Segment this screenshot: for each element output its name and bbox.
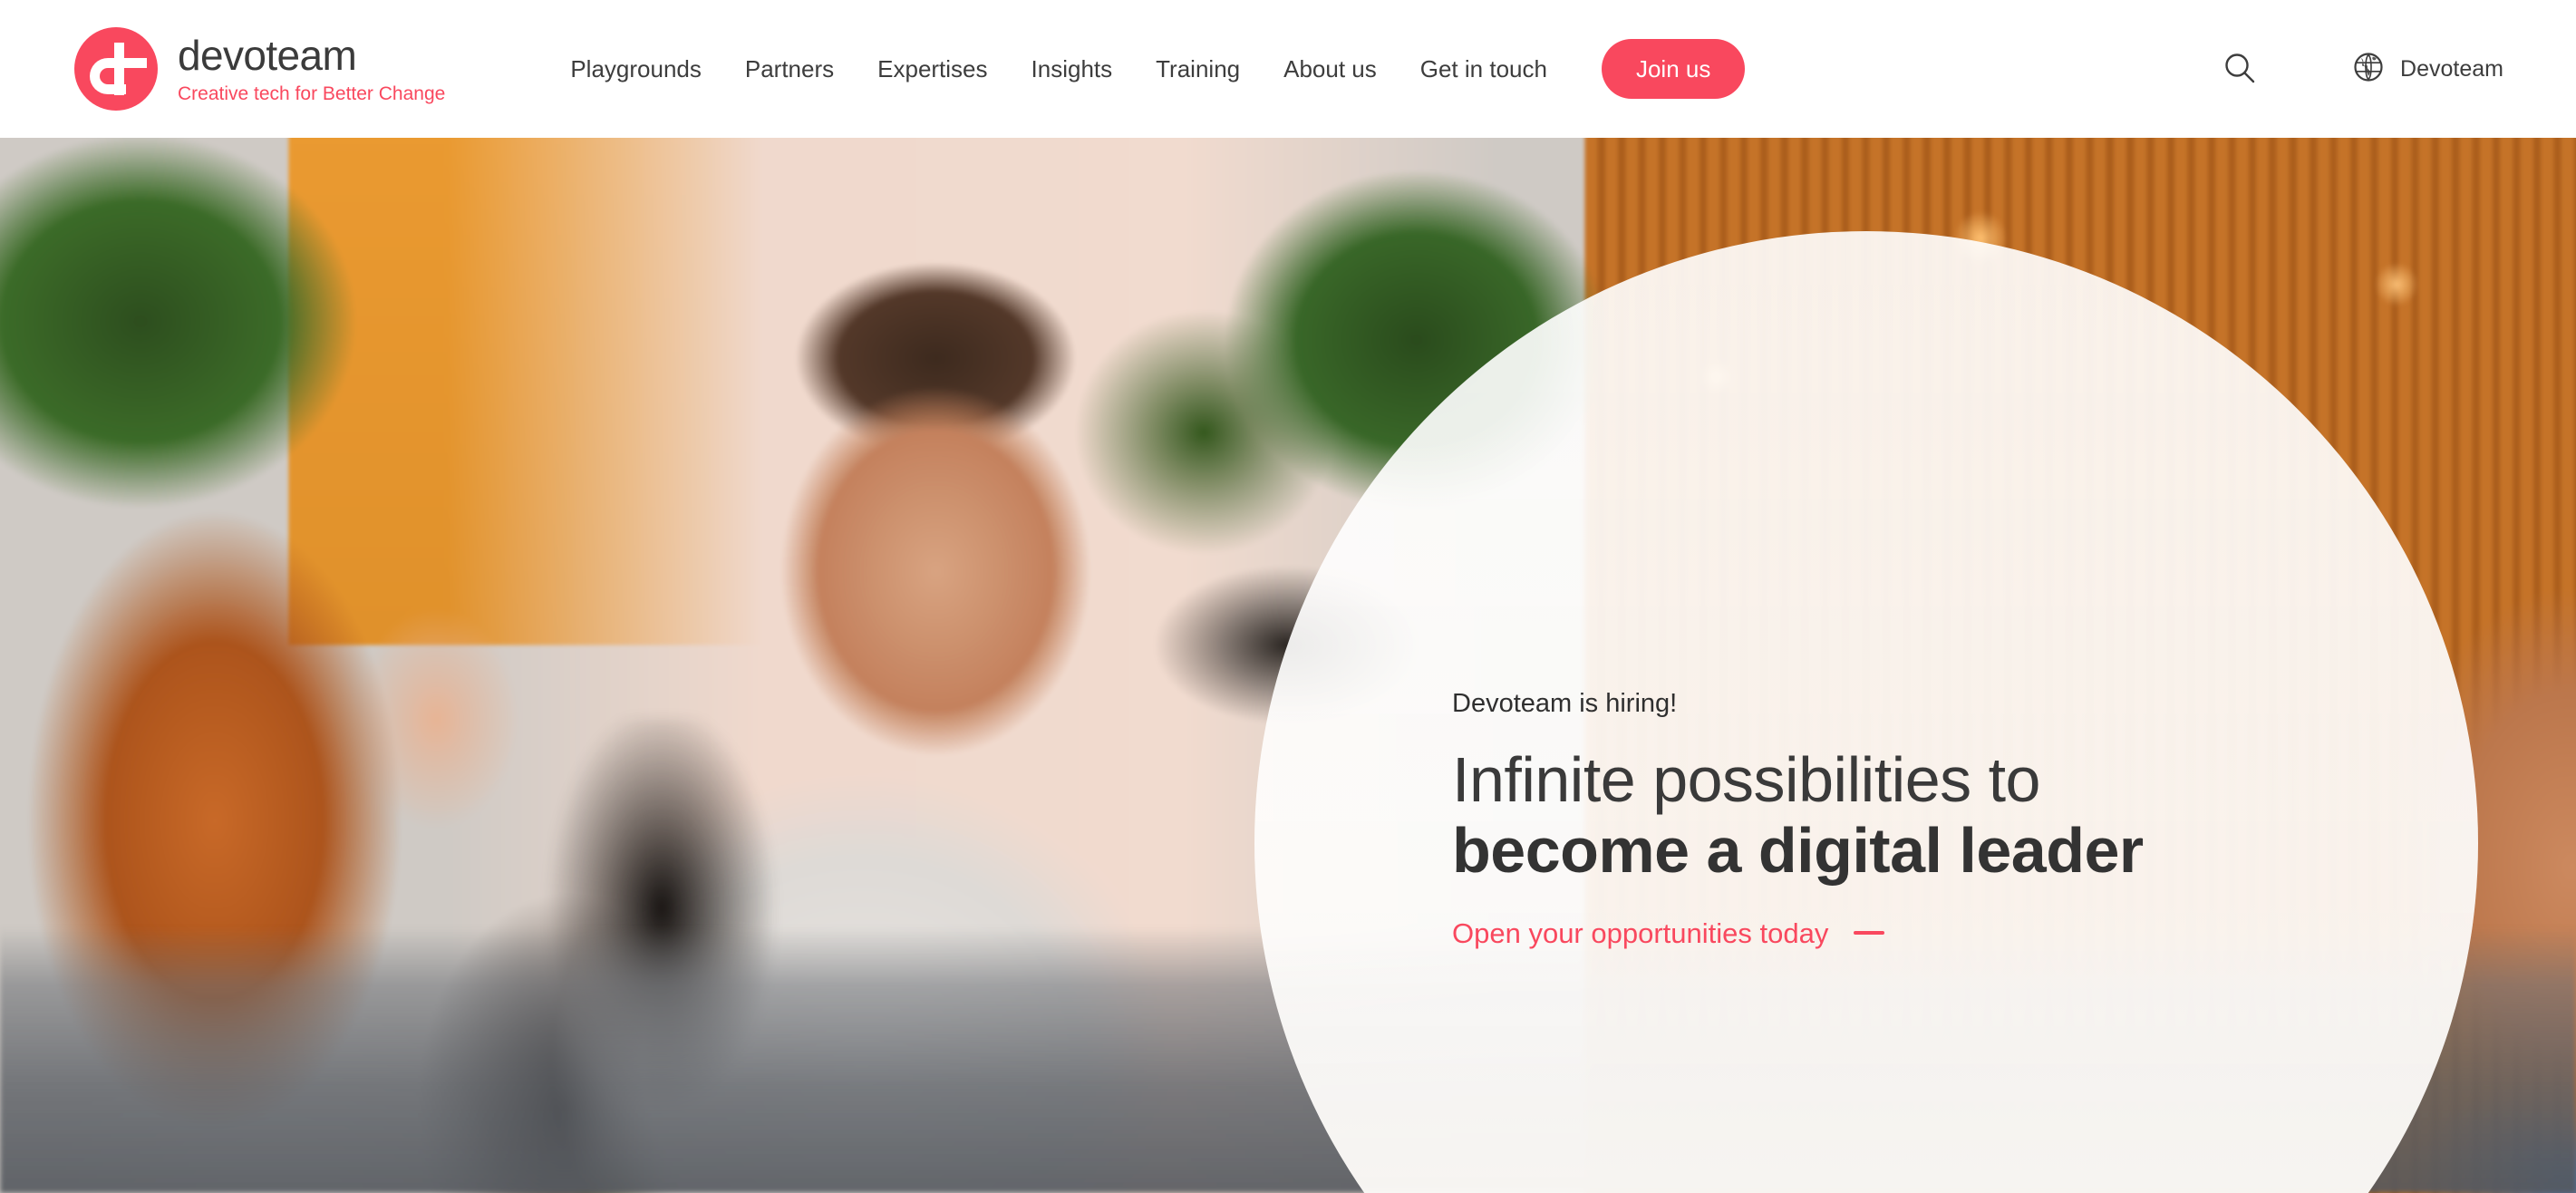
hero-section: Devoteam is hiring! Infinite possibiliti… [0, 138, 2576, 1193]
hero-title-line-1: Infinite possibilities to [1452, 744, 2040, 815]
nav-item-expertises[interactable]: Expertises [856, 48, 1009, 90]
nav-item-about-us[interactable]: About us [1262, 48, 1399, 90]
nav-item-get-in-touch[interactable]: Get in touch [1399, 48, 1569, 90]
site-header: devoteam Creative tech for Better Change… [0, 0, 2576, 138]
dash-arrow-icon [1854, 931, 1885, 936]
hero-content: Devoteam is hiring! Infinite possibiliti… [1452, 691, 2358, 947]
brand-logo-link[interactable]: devoteam Creative tech for Better Change [74, 27, 445, 111]
hero-cta-link[interactable]: Open your opportunities today [1452, 917, 1885, 949]
nav-item-playgrounds[interactable]: Playgrounds [548, 48, 723, 90]
nav-item-training[interactable]: Training [1134, 48, 1262, 90]
hero-eyebrow: Devoteam is hiring! [1452, 689, 1678, 718]
brand-name: devoteam [178, 32, 357, 79]
primary-navigation: Playgrounds Partners Expertises Insights… [548, 39, 1746, 99]
join-us-button[interactable]: Join us [1601, 39, 1746, 99]
header-utilities: Devoteam [2213, 42, 2503, 97]
search-icon [2223, 51, 2257, 88]
locale-label: Devoteam [2400, 55, 2503, 82]
page-root: devoteam Creative tech for Better Change… [0, 0, 2576, 1193]
locale-switcher[interactable]: Devoteam [2353, 52, 2503, 87]
search-button[interactable] [2213, 42, 2266, 97]
nav-item-partners[interactable]: Partners [723, 48, 856, 90]
brand-tagline: Creative tech for Better Change [178, 83, 446, 104]
logo-tbar-shape [114, 58, 147, 68]
hero-cta-label: Open your opportunities today [1452, 917, 1829, 949]
devoteam-dt-logo-icon [74, 27, 158, 111]
hero-title: Infinite possibilities to become a digit… [1452, 744, 2358, 887]
hero-title-line-2: become a digital leader [1452, 815, 2144, 887]
nav-item-insights[interactable]: Insights [1010, 48, 1135, 90]
globe-icon [2353, 52, 2384, 87]
brand-text: devoteam Creative tech for Better Change [178, 34, 445, 103]
